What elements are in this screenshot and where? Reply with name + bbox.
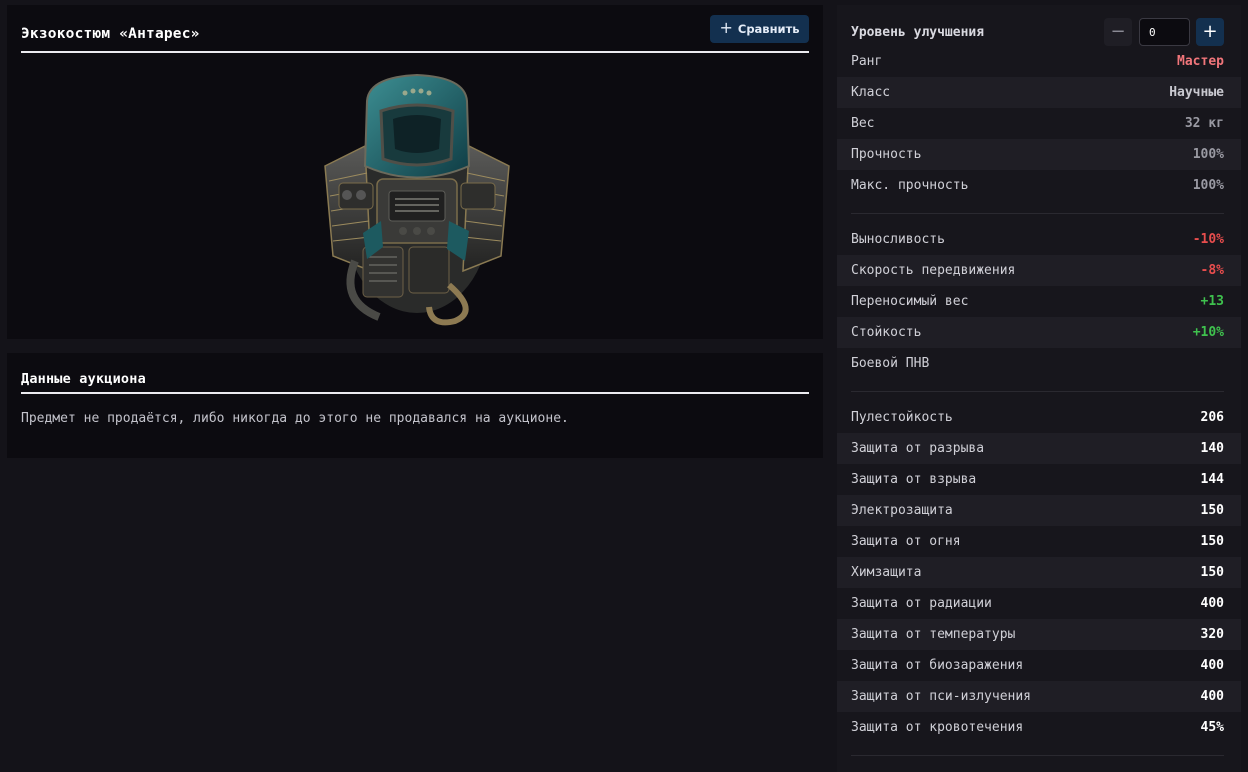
- stat-row: Защита от огня 150: [837, 526, 1241, 557]
- stat-value: Научные: [1169, 85, 1224, 100]
- stat-value: 400: [1200, 596, 1224, 611]
- stat-row: Выносливость -10%: [837, 224, 1241, 255]
- stat-label: Химзащита: [851, 565, 922, 580]
- stat-row: Защита от биозаражения 400: [837, 650, 1241, 681]
- stat-row: Переносимый вес +13: [837, 286, 1241, 317]
- stat-label: Защита от температуры: [851, 627, 1016, 642]
- stat-label: Защита от пси-излучения: [851, 689, 1032, 704]
- stat-label: Ранг: [851, 54, 883, 69]
- stat-value: -8%: [1200, 263, 1224, 278]
- stat-label: Стойкость: [851, 325, 922, 340]
- stat-row: Ранг Мастер: [837, 46, 1241, 77]
- stat-divider: [851, 213, 1224, 214]
- stat-value: 144: [1200, 472, 1224, 487]
- stat-row: Вес 32 кг: [837, 108, 1241, 139]
- stat-value: 150: [1200, 503, 1224, 518]
- stat-divider: [851, 755, 1224, 756]
- stat-value: 206: [1200, 410, 1224, 425]
- stat-value: Мастер: [1177, 54, 1224, 69]
- upgrade-decrease-button[interactable]: −: [1104, 18, 1132, 46]
- stat-row: Боевой ПНВ: [837, 348, 1241, 379]
- stat-label: Защита от взрыва: [851, 472, 977, 487]
- stat-value: 100%: [1192, 147, 1224, 162]
- stat-value: 400: [1200, 658, 1224, 673]
- stat-row: Класс Научные: [837, 77, 1241, 108]
- item-title: Экзокостюм «Антарес»: [21, 26, 200, 42]
- stat-value: 100%: [1192, 178, 1224, 193]
- plus-icon: +: [1202, 21, 1218, 42]
- stat-label: Класс: [851, 85, 891, 100]
- stat-value: 150: [1200, 565, 1224, 580]
- stat-label: Защита от кровотечения: [851, 720, 1024, 735]
- stat-label: Защита от огня: [851, 534, 961, 549]
- stat-divider: [851, 391, 1224, 392]
- stat-label: Боевой ПНВ: [851, 356, 930, 371]
- stat-row: Прочность 100%: [837, 139, 1241, 170]
- stat-label: Переносимый вес: [851, 294, 969, 309]
- compare-button-label: Сравнить: [737, 22, 800, 36]
- stat-value: +10%: [1192, 325, 1224, 340]
- stat-value: 320: [1200, 627, 1224, 642]
- auction-status-text: Предмет не продаётся, либо никогда до эт…: [21, 411, 569, 426]
- stat-row: Скорость передвижения -8%: [837, 255, 1241, 286]
- stat-row: Защита от разрыва 140: [837, 433, 1241, 464]
- stat-value: -10%: [1192, 232, 1224, 247]
- stat-label: Защита от биозаражения: [851, 658, 1024, 673]
- stat-label: Электрозащита: [851, 503, 953, 518]
- stat-value: 32 кг: [1184, 116, 1224, 131]
- stat-label: Защита от радиации: [851, 596, 992, 611]
- stat-label: Вес: [851, 116, 875, 131]
- stat-label: Прочность: [851, 147, 922, 162]
- upgrade-level-label: Уровень улучшения: [851, 25, 985, 40]
- stat-value: 150: [1200, 534, 1224, 549]
- stats-panel: Уровень улучшения − + Ранг Мастер Класс Нау…: [837, 5, 1241, 772]
- stat-row: Стойкость +10%: [837, 317, 1241, 348]
- item-header: Экзокостюм «Антарес» + Сравнить: [21, 5, 809, 53]
- minus-icon: −: [1110, 21, 1126, 42]
- stat-row: Защита от кровотечения 45%: [837, 712, 1241, 743]
- auction-title: Данные аукциона: [21, 371, 146, 387]
- stat-row: Электрозащита 150: [837, 495, 1241, 526]
- stat-row: Макс. прочность 100%: [837, 170, 1241, 201]
- stat-value: 400: [1200, 689, 1224, 704]
- stat-value: 140: [1200, 441, 1224, 456]
- stat-label: Пулестойкость: [851, 410, 953, 425]
- stat-row: Пулестойкость 206: [837, 402, 1241, 433]
- stat-label: Выносливость: [851, 232, 945, 247]
- stat-row: Защита от радиации 400: [837, 588, 1241, 619]
- stat-value: +13: [1200, 294, 1224, 309]
- stat-value: 45%: [1200, 720, 1224, 735]
- stat-row: Защита от пси-излучения 400: [837, 681, 1241, 712]
- stat-row: Защита от взрыва 144: [837, 464, 1241, 495]
- stat-label: Защита от разрыва: [851, 441, 985, 456]
- upgrade-level-input[interactable]: [1139, 18, 1190, 46]
- auction-header: Данные аукциона: [21, 353, 809, 394]
- stat-label: Скорость передвижения: [851, 263, 1016, 278]
- stat-label: Макс. прочность: [851, 178, 969, 193]
- item-panel: Экзокостюм «Антарес» + Сравнить: [7, 5, 823, 339]
- stat-row: Химзащита 150: [837, 557, 1241, 588]
- compare-button[interactable]: + Сравнить: [710, 15, 809, 43]
- plus-icon: +: [719, 18, 733, 37]
- auction-panel: Данные аукциона Предмет не продаётся, ли…: [7, 353, 823, 458]
- upgrade-increase-button[interactable]: +: [1196, 18, 1224, 46]
- exosuit-image: [324, 73, 510, 326]
- stat-row: Защита от температуры 320: [837, 619, 1241, 650]
